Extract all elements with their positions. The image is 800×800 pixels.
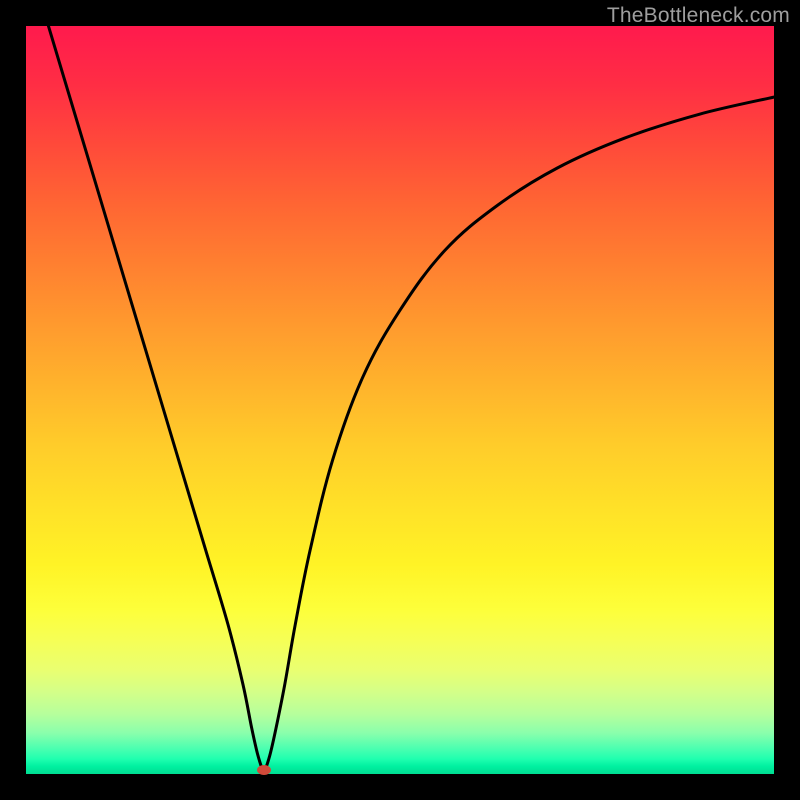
watermark-text: TheBottleneck.com [607,4,790,28]
plot-area [26,26,774,774]
chart-frame: TheBottleneck.com [0,0,800,800]
bottleneck-curve [26,26,774,774]
optimal-point-marker [257,765,271,775]
